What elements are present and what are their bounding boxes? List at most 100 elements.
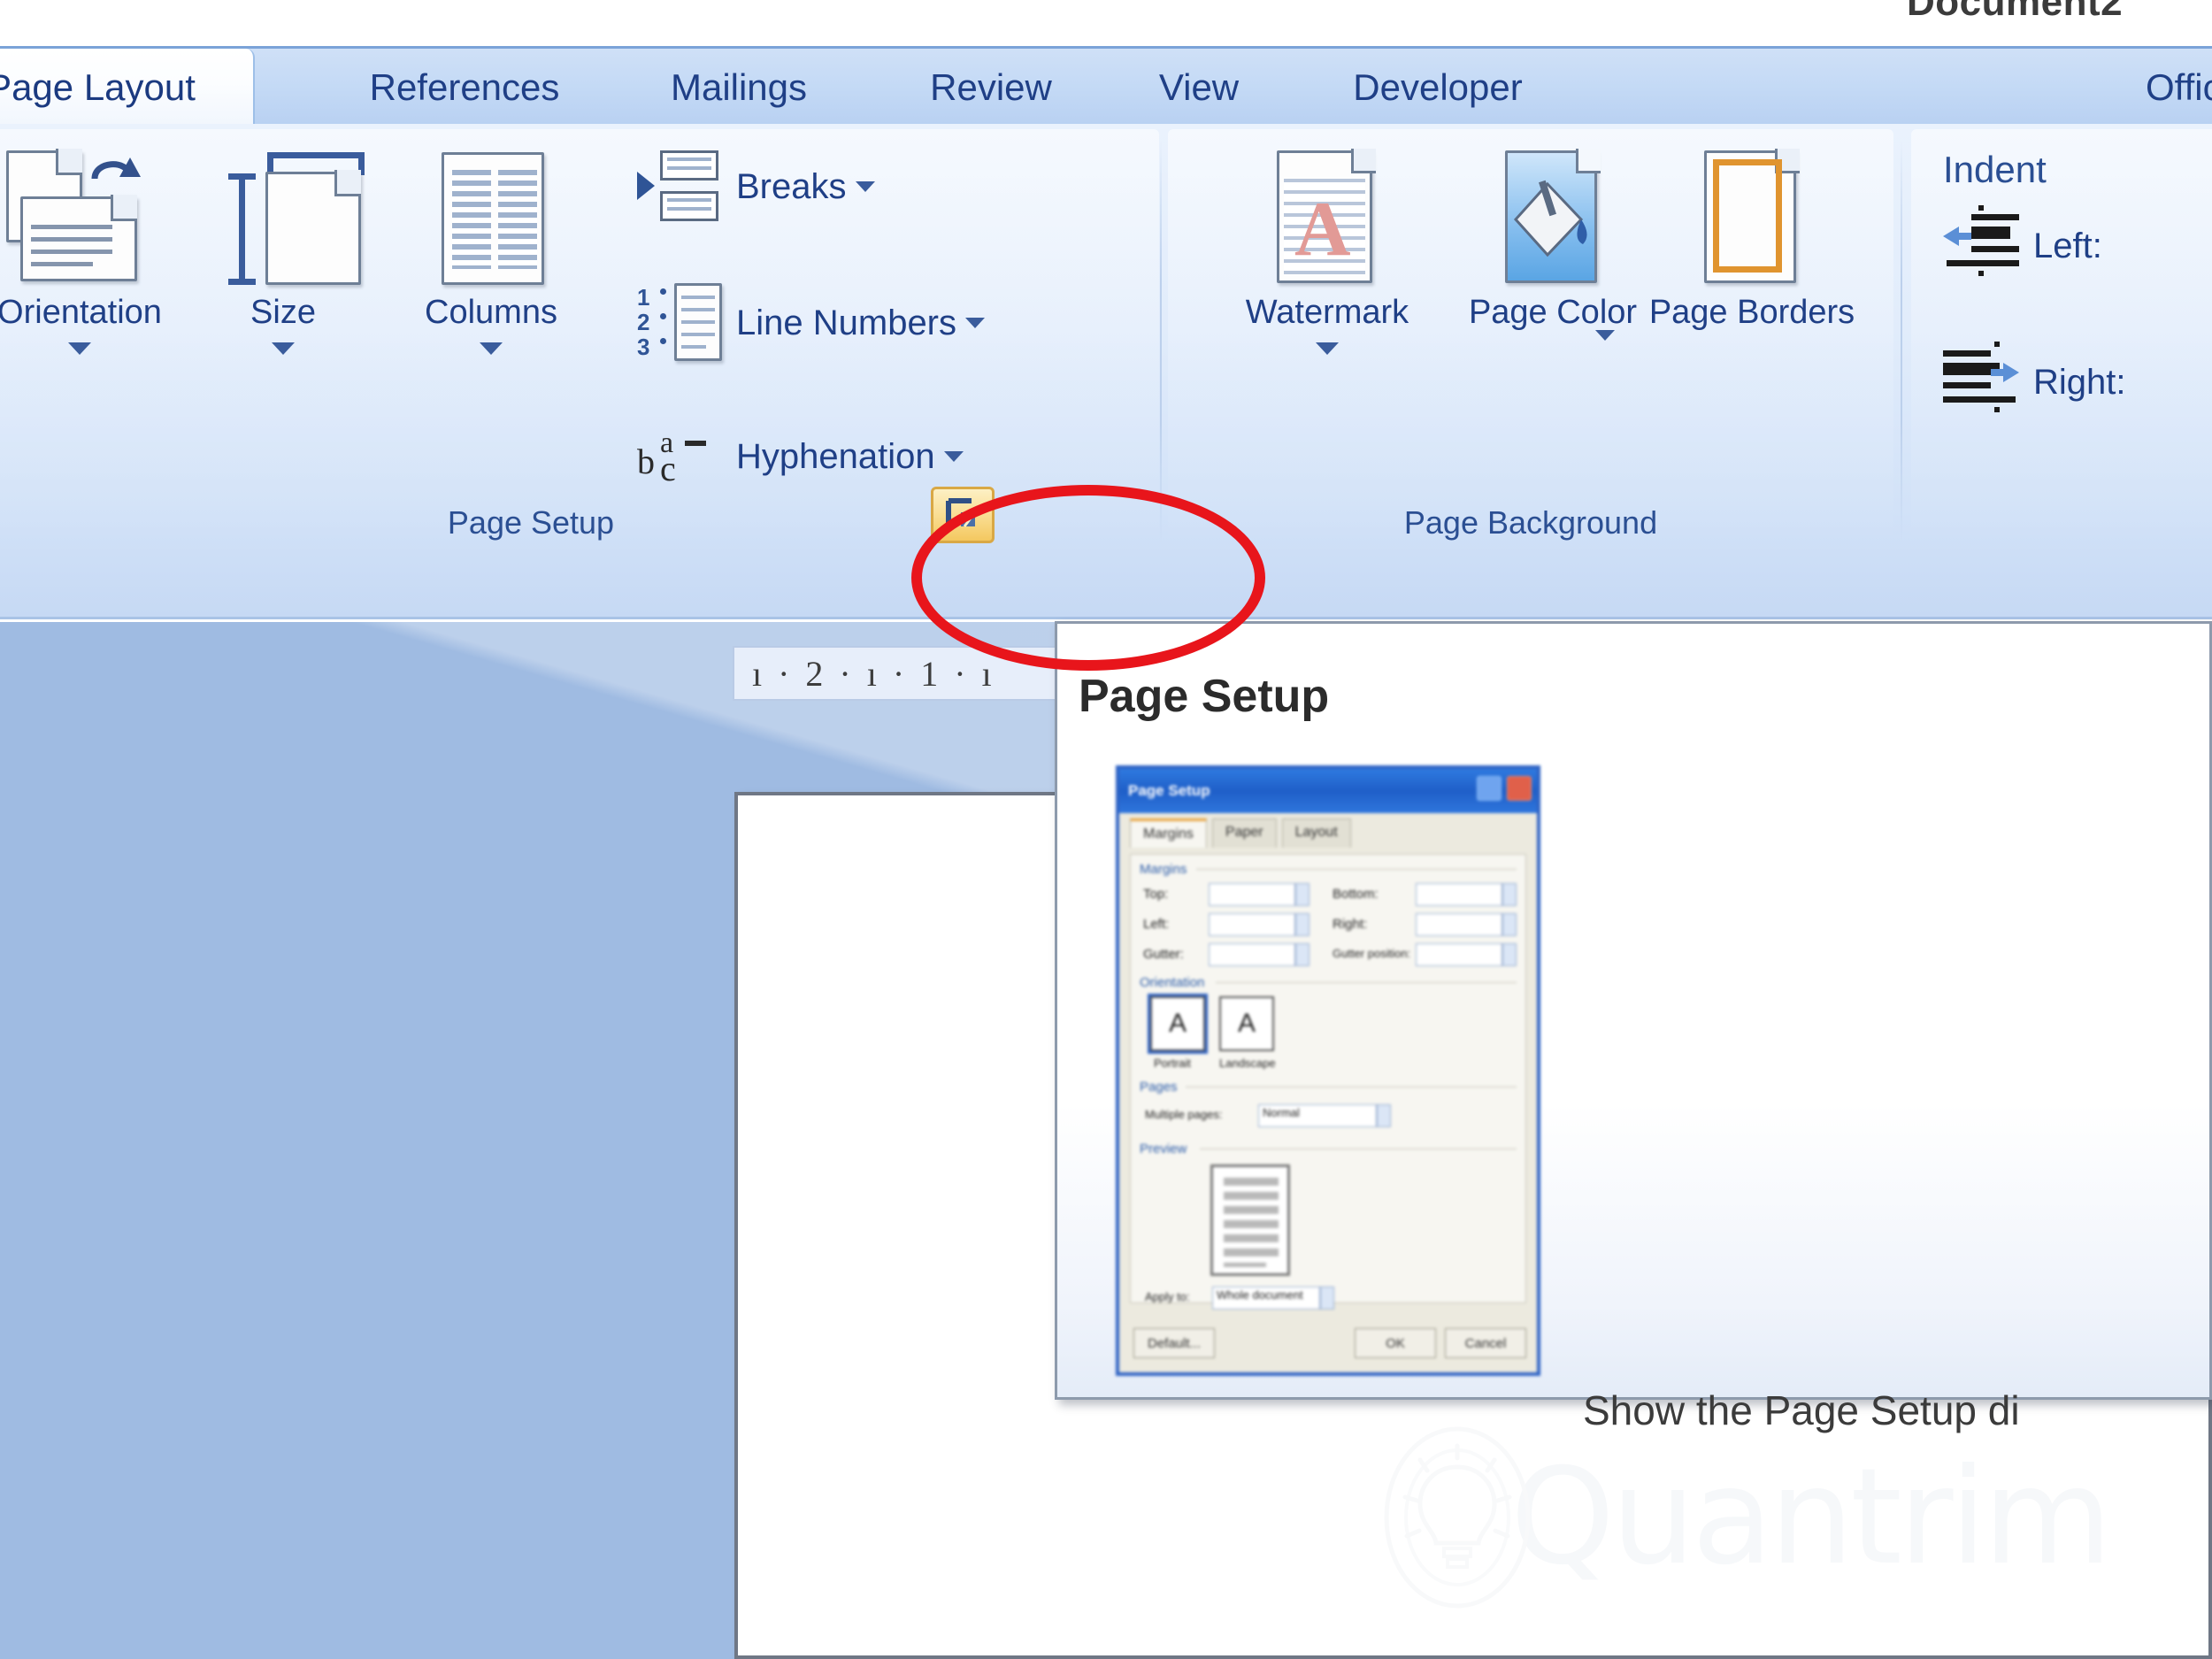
tab-label: View [1158,66,1240,108]
chevron-down-icon[interactable] [68,342,91,355]
indent-right-icon [1943,342,2019,414]
page-color-button[interactable]: Page Color [1451,147,1655,343]
indent-right-label: Right: [2033,362,2126,402]
mini-default-button: Default... [1133,1328,1215,1358]
chevron-down-icon[interactable] [965,318,986,328]
hyphenation-label: Hyphenation [736,436,935,476]
breaks-icon [637,149,722,225]
chevron-down-icon[interactable] [1316,342,1339,355]
line-numbers-button[interactable]: 123 Line Numbers [637,283,986,363]
mini-orientation-portrait: A [1148,994,1208,1054]
ruler-marks: ı · 2 · ı · 1 · ı [752,653,995,694]
mini-tabs: Margins Paper Layout [1130,818,1351,848]
page-setup-dialog-thumbnail: Page Setup Margins Paper Layout Margins … [1116,765,1540,1376]
mini-section-margins: Margins [1140,862,1187,877]
mini-field-bottom [1416,883,1502,906]
help-icon [1477,776,1502,801]
line-numbers-label: Line Numbers [736,303,957,342]
tab-review[interactable]: Review [885,49,1097,127]
orientation-icon [4,147,155,288]
watermark-icon: A [1270,147,1385,288]
indent-heading: Indent [1943,149,2047,190]
mini-spin-top [1295,883,1310,906]
page-borders-button[interactable]: Page Borders [1646,147,1858,331]
ribbon-group-page-background: A Watermark Page Color Page Borders Page… [1168,129,1893,611]
page-color-icon [1500,147,1606,288]
tooltip-title: Page Setup [1079,671,1330,722]
chevron-down-icon[interactable] [855,181,875,192]
size-icon [212,147,365,288]
watermark-button[interactable]: A Watermark [1194,147,1460,355]
line-numbers-icon: 123 [637,283,722,363]
tab-mailings[interactable]: Mailings [619,49,858,127]
mini-spin-gutter-pos [1502,943,1517,966]
horizontal-ruler[interactable]: ı · 2 · ı · 1 · ı [733,646,1087,701]
mini-panel: Margins Top: Bottom: Left: Right: Gutter… [1130,854,1526,1310]
tab-page-layout[interactable]: Page Layout [0,49,255,127]
title-bar: Document2 [0,0,2212,46]
breaks-button[interactable]: Breaks [637,149,875,225]
mini-field-top [1209,883,1295,906]
mini-landscape-label: Landscape [1219,1056,1276,1070]
page-setup-supertooltip: Page Setup Show the Page Setup di Page S… [1055,621,2212,1433]
columns-icon [420,147,562,288]
mini-multiple-pages-label: Multiple pages: [1145,1108,1223,1121]
mini-spin-right [1502,913,1517,936]
mini-spin-gutter [1295,943,1310,966]
tab-label: Review [930,66,1052,108]
orientation-label: Orientation [0,294,162,331]
tab-references[interactable]: References [327,49,602,127]
page-color-label: Page Color [1468,294,1638,331]
tab-office[interactable]: Office [1606,49,2212,127]
mini-multiple-pages-arrow [1377,1104,1391,1127]
mini-tab-paper: Paper [1211,818,1277,848]
hyphenation-icon: b a c [637,421,722,492]
indent-right-row[interactable]: Right: [1943,342,2126,414]
mini-label-bottom: Bottom: [1333,887,1379,902]
mini-page-preview [1210,1164,1290,1276]
page-borders-label: Page Borders [1648,294,1855,331]
indent-left-icon [1943,205,2019,278]
mini-ok-button: OK [1355,1328,1436,1358]
tooltip-description: Show the Page Setup di [1583,1387,2020,1433]
page-background-group-label: Page Background [1403,504,1658,541]
mini-field-gutter [1209,943,1295,966]
watermark-label: Watermark [1245,294,1409,331]
columns-button[interactable]: Columns [380,147,602,355]
chevron-down-icon[interactable] [272,342,295,355]
mini-field-gutter-pos [1416,943,1502,966]
page-setup-group-label: Page Setup [447,504,615,541]
ribbon: Orientation Size Columns Breaks 1 2 3 Li… [0,124,2212,619]
chevron-down-icon[interactable] [480,342,503,355]
indent-left-row[interactable]: Left: [1943,205,2102,278]
mini-portrait-label: Portrait [1154,1056,1191,1070]
mini-spin-left [1295,913,1310,936]
tab-view[interactable]: View [1119,49,1279,127]
mini-section-orientation: Orientation [1140,975,1205,990]
group-divider [1901,140,1902,543]
mini-multiple-pages-select: Normal [1258,1104,1377,1127]
chevron-down-icon[interactable] [1595,329,1615,341]
orientation-button[interactable]: Orientation [0,147,177,355]
mini-label-right: Right: [1333,917,1368,932]
mini-field-right [1416,913,1502,936]
mini-apply-to-arrow [1320,1286,1334,1310]
mini-apply-to-label: Apply to: [1145,1290,1190,1303]
chevron-down-icon[interactable] [943,451,964,462]
word-window: Document2 Page Layout References Mailing… [0,0,2212,1659]
mini-title: Page Setup [1128,782,1210,799]
mini-label-gutter-pos: Gutter position: [1333,947,1411,960]
size-button[interactable]: Size [195,147,372,355]
tab-label: Developer [1353,66,1523,108]
document-title: Document2 [1907,0,2124,24]
mini-titlebar: Page Setup [1119,769,1537,813]
hyphenation-button[interactable]: b a c Hyphenation [637,421,964,492]
page-borders-icon [1699,147,1805,288]
tab-label: References [369,66,560,108]
tab-developer[interactable]: Developer [1292,49,1584,127]
mini-spin-bottom [1502,883,1517,906]
tab-label: Office [2146,66,2212,108]
mini-cancel-button: Cancel [1445,1328,1526,1358]
mini-section-pages: Pages [1140,1079,1178,1094]
breaks-label: Breaks [736,166,847,206]
